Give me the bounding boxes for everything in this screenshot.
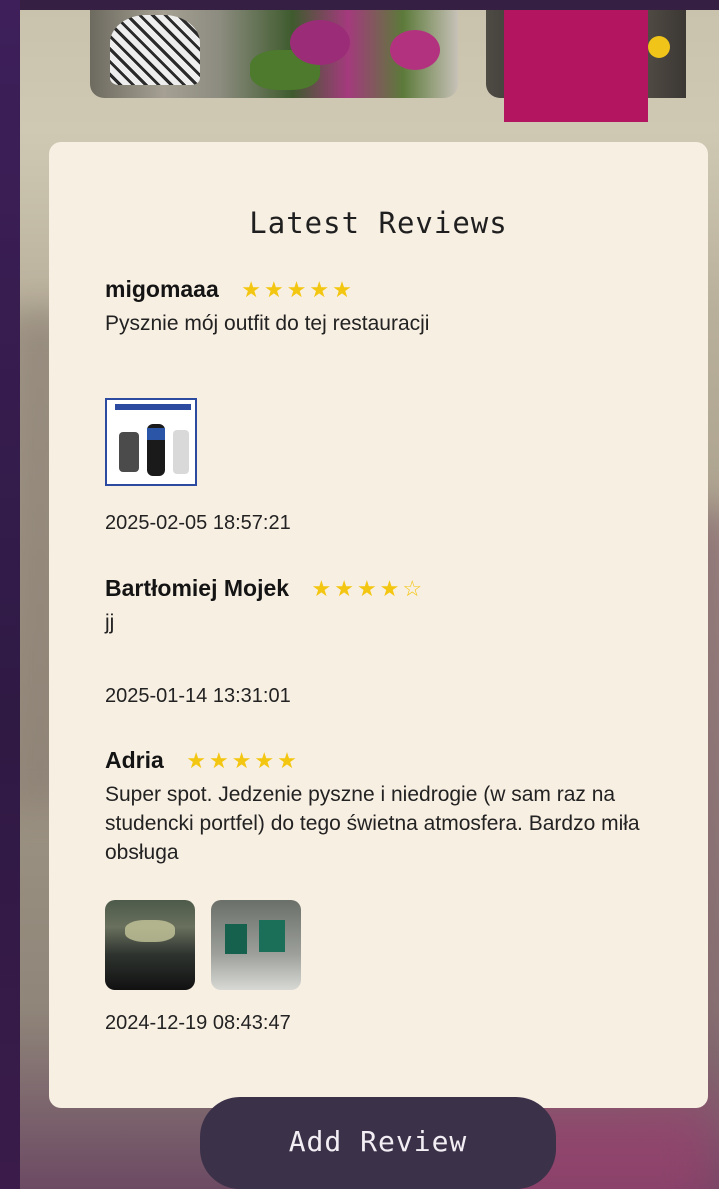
- photo-flower: [290, 20, 350, 65]
- add-review-button[interactable]: Add Review: [200, 1097, 556, 1189]
- photo-flower: [390, 30, 440, 70]
- review-date: 2025-02-05 18:57:21: [105, 512, 291, 534]
- star-rating: ★★★★☆: [311, 575, 426, 601]
- review-attachment-photo[interactable]: [105, 900, 195, 990]
- review-text: Super spot. Jedzenie pyszne i niedrogie …: [105, 783, 640, 864]
- collage-shirt: [147, 428, 165, 440]
- emoji-icon: [648, 36, 670, 58]
- screen: Latest Reviews migomaaa ★★★★★ Pysznie mó…: [20, 10, 719, 1189]
- collage-figure: [173, 430, 189, 474]
- review-text: jj: [105, 611, 115, 634]
- reviews-title: Latest Reviews: [249, 206, 508, 240]
- gallery-photo-1[interactable]: [90, 10, 458, 98]
- left-edge: [0, 0, 20, 1189]
- review-attachments: [105, 900, 317, 995]
- reviewer-name: Bartłomiej Mojek: [105, 575, 290, 601]
- photo-panel: [225, 924, 247, 954]
- review-attachment-photo[interactable]: [211, 900, 301, 990]
- review-date: 2024-12-19 08:43:47: [105, 1012, 291, 1034]
- reviewer-name: Adria: [105, 747, 164, 773]
- collage-header: [115, 404, 191, 410]
- collage-figure: [119, 432, 139, 472]
- photo-panel: [259, 920, 285, 952]
- reviews-card: Latest Reviews migomaaa ★★★★★ Pysznie mó…: [49, 142, 708, 1108]
- review-date: 2025-01-14 13:31:01: [105, 685, 291, 707]
- review-item: Adria ★★★★★ Super spot. Jedzenie pyszne …: [105, 747, 665, 867]
- star-rating: ★★★★★: [186, 747, 300, 773]
- review-text: Pysznie mój outfit do tej restauracji: [105, 312, 430, 335]
- review-item: migomaaa ★★★★★ Pysznie mój outfit do tej…: [105, 276, 665, 338]
- star-rating: ★★★★★: [241, 276, 355, 302]
- reviewer-name: migomaaa: [105, 276, 219, 302]
- review-item: Bartłomiej Mojek ★★★★☆ jj: [105, 575, 665, 637]
- photo-subject: [110, 15, 200, 85]
- overlay-block: [504, 10, 648, 122]
- photo-light: [125, 920, 175, 942]
- review-attachment-outfit[interactable]: [105, 398, 197, 486]
